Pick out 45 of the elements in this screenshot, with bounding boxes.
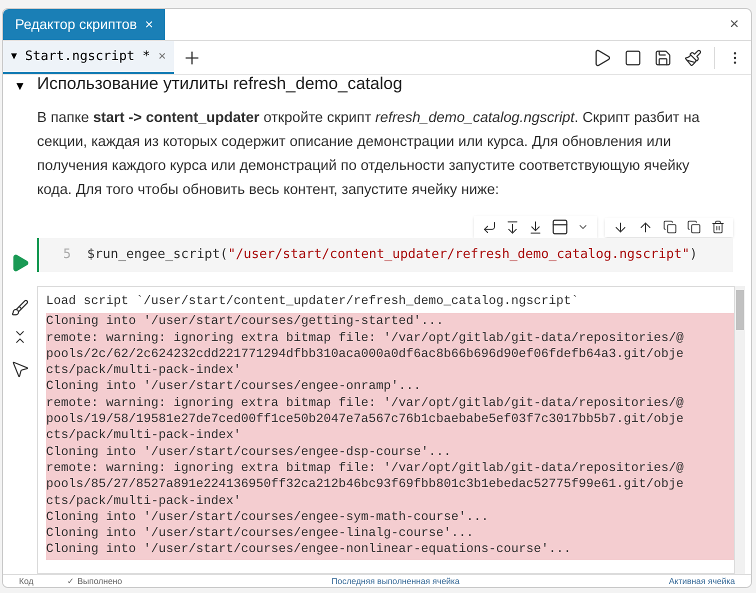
delete-icon[interactable] xyxy=(711,220,725,234)
last-cell-link[interactable]: Последняя выполненная ячейка xyxy=(331,574,460,587)
save-icon[interactable] xyxy=(654,48,672,66)
download-icon[interactable] xyxy=(528,220,543,234)
output-line: remote: warning: ignoring extra bitmap file: '/var/opt/gitlab/git-data/repositories/@ xyxy=(46,460,685,476)
brush-icon[interactable] xyxy=(11,299,29,317)
line-number: 5 xyxy=(62,246,72,264)
caret-icon: ▼ xyxy=(11,49,18,64)
file-tab[interactable]: ▼ Start.ngscript * × xyxy=(3,41,174,74)
collapse-caret-icon[interactable]: ▼ xyxy=(14,77,26,95)
active-cell-link[interactable]: Активная ячейка xyxy=(668,574,736,587)
paragraph: В папке start -> content_updater откройте скрипт refresh_demo_catalog.ngscript. Скрипт разбит на секции, каждая из которых содержит описание демонстрации или курса. Для обновления или получения каждого курса или демонстраций по отдельности запустите соответствующую ячейку кода. Для того чтобы обновить весь контент, запустите ячейку ниже: xyxy=(37,109,701,200)
output-line: Cloning into '/user/start/courses/engee-onramp'... xyxy=(46,378,422,395)
stop-icon[interactable] xyxy=(624,48,642,66)
run-status: ✓ Выполнено xyxy=(67,574,122,587)
output-line: Cloning into '/user/start/courses/engee-linalg-course'... xyxy=(46,525,475,542)
window-tab[interactable]: Редактор скриптов × xyxy=(3,9,166,40)
mouse-pointer-icon xyxy=(10,359,30,379)
output-line: Cloning into '/user/start/courses/engee-dsp-course'... xyxy=(46,444,452,460)
window-close-button[interactable]: × xyxy=(730,12,739,36)
section-heading: Использование утилиты refresh_demo_catalog xyxy=(37,75,404,94)
tab-close-button[interactable]: × xyxy=(144,14,154,35)
output-line: pools/19/58/19581e27de7ced00ff1ce50b2047e7a567c76b1cbaebabe5ef03f7c3017bb5b7.git/obje xyxy=(46,411,685,428)
brush-icon[interactable] xyxy=(684,48,702,66)
output-line: Cloning into '/user/start/courses/getting-started'... xyxy=(46,313,445,330)
output-line: Cloning into '/user/start/courses/engee-nonlinear-equations-course'... xyxy=(46,541,572,558)
code-line: $run_engee_script("/user/start/content_updater/refresh_demo_catalog.ngscript") xyxy=(87,246,698,264)
output-line: pools/2c/62/2c624232cdd221771294dfbb310aca000a0df6ac8b66b696d90ef06fdefb64a3.git/obje xyxy=(46,346,685,362)
arrow-down-icon[interactable] xyxy=(613,220,628,234)
output-line: remote: warning: ignoring extra bitmap file: '/var/opt/gitlab/git-data/repositories/@ xyxy=(46,394,685,412)
output-line: cts/pack/multi-pack-index' xyxy=(46,427,242,444)
scrollbar[interactable] xyxy=(735,286,745,574)
copy-icon[interactable] xyxy=(663,220,677,234)
output-line: Cloning into '/user/start/courses/engee-sym-math-course'... xyxy=(46,508,490,526)
file-tab-label: Start.ngscript * xyxy=(25,48,150,66)
window-tab-title: Редактор скриптов xyxy=(15,15,137,34)
code-cell[interactable]: 5 $run_engee_script("/user/start/content_updater/refresh_demo_catalog.ngscript") xyxy=(37,238,733,272)
output-line: cts/pack/multi-pack-index' xyxy=(46,492,242,509)
output-line: cts/pack/multi-pack-index' xyxy=(46,362,242,378)
output-header: Load script `/user/start/content_updater/refresh_demo_catalog.ngscript` xyxy=(46,293,580,310)
file-tab-close-button[interactable]: × xyxy=(158,46,166,66)
output-line: remote: warning: ignoring extra bitmap file: '/var/opt/gitlab/git-data/repositories/@ xyxy=(46,330,685,346)
mode-label: Код xyxy=(19,574,34,587)
output-line: pools/85/27/8527a891e224136950ff32ca212b46bc93f69fbb801c3b1ebedac52775f99e61.git/obje xyxy=(46,476,685,493)
panel-icon[interactable] xyxy=(551,218,569,236)
